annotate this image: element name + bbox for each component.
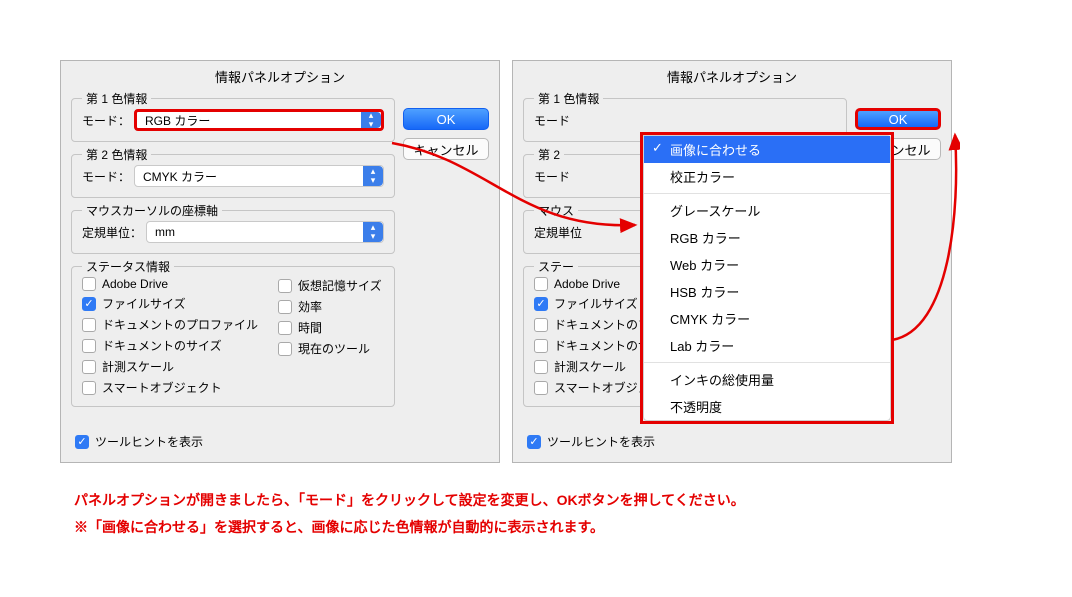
status-label: 現在のツール (298, 340, 370, 357)
group-first-color: 第 1 色情報 モード： RGB カラー (71, 98, 395, 142)
status-checkbox-row[interactable]: Adobe Drive (82, 277, 258, 291)
mode-dropdown[interactable]: 画像に合わせる校正カラーグレースケールRGB カラーWeb カラーHSB カラー… (643, 135, 891, 421)
checkbox-icon (278, 300, 292, 314)
dialog-left: 情報パネルオプション 第 1 色情報 モード： RGB カラー 第 2 色情報 (60, 60, 500, 463)
status-col-left: Adobe Drive ファイルサイズドキュメントのプロファイルドキュメントのサイ… (82, 277, 258, 396)
dropdown-item[interactable]: グレースケール (644, 197, 890, 224)
mode2-label: モード： (82, 168, 130, 185)
group-ruler: マウスカーソルの座標軸 定規単位： mm (71, 210, 395, 254)
checkbox-icon (278, 279, 292, 293)
tooltips-label: ツールヒントを表示 (547, 433, 655, 450)
group2-legend: 第 2 (534, 146, 564, 163)
ruler-select[interactable]: mm (146, 221, 384, 243)
status-checkbox-row[interactable]: 仮想記憶サイズ (278, 277, 382, 294)
mode-label: モード (534, 112, 570, 129)
dropdown-item[interactable]: HSB カラー (644, 278, 890, 305)
checkbox-icon (75, 435, 89, 449)
mode-select-value: RGB カラー (145, 112, 210, 129)
checkbox-icon (534, 318, 548, 332)
status-label: 時間 (298, 319, 322, 336)
dialog-title: 情報パネルオプション (61, 61, 499, 92)
tooltips-checkbox-row[interactable]: ツールヒントを表示 (527, 433, 937, 450)
dropdown-item[interactable]: Lab カラー (644, 332, 890, 359)
status-checkbox-row[interactable]: スマートオブジェクト (82, 379, 258, 396)
status-label: 仮想記憶サイズ (298, 277, 382, 294)
checkbox-icon (278, 321, 292, 335)
dropdown-separator (644, 193, 890, 194)
checkbox-icon (534, 339, 548, 353)
checkbox-icon (278, 342, 292, 356)
dropdown-item[interactable]: Web カラー (644, 251, 890, 278)
checkbox-icon (82, 318, 96, 332)
status-label: ファイルサイズ (102, 295, 186, 312)
status-label: 効率 (298, 298, 322, 315)
dropdown-item[interactable]: CMYK カラー (644, 305, 890, 332)
status-checkbox-row[interactable]: ファイルサイズ (82, 295, 258, 312)
ruler-value: mm (155, 225, 175, 239)
group-second-color: 第 2 色情報 モード： CMYK カラー (71, 154, 395, 198)
status-label: 計測スケール (102, 358, 174, 375)
dropdown-item[interactable]: 画像に合わせる (644, 136, 890, 163)
checkbox-icon (82, 339, 96, 353)
checkbox-icon (534, 360, 548, 374)
status-label: Adobe Drive (102, 277, 168, 291)
dropdown-item[interactable]: 校正カラー (644, 163, 890, 190)
status-checkbox-row[interactable]: 時間 (278, 319, 382, 336)
instruction-line1: パネルオプションが開きましたら、「モード」をクリックして設定を変更し、OKボタン… (74, 487, 998, 514)
updown-icon (363, 166, 383, 186)
mode-dropdown-highlight: 画像に合わせる校正カラーグレースケールRGB カラーWeb カラーHSB カラー… (640, 132, 894, 424)
tooltips-label: ツールヒントを表示 (95, 433, 203, 450)
ruler-legend: マウス (534, 202, 578, 219)
updown-icon (361, 112, 381, 128)
status-checkbox-row[interactable]: ドキュメントのサイズ (82, 337, 258, 354)
group1-legend: 第 1 色情報 (82, 90, 151, 107)
dropdown-item[interactable]: RGB カラー (644, 224, 890, 251)
checkbox-icon (527, 435, 541, 449)
instruction-line2: ※「画像に合わせる」を選択すると、画像に応じた色情報が自動的に表示されます。 (74, 514, 998, 541)
dropdown-separator (644, 362, 890, 363)
status-legend: ステー (534, 258, 578, 275)
checkbox-icon (82, 277, 96, 291)
checkbox-icon (534, 277, 548, 291)
status-label: ドキュメントのサイズ (102, 337, 222, 354)
checkbox-icon (82, 297, 96, 311)
checkbox-icon (82, 360, 96, 374)
status-checkbox-row[interactable]: ドキュメントのプロファイル (82, 316, 258, 333)
checkbox-icon (82, 381, 96, 395)
ruler-label: 定規単位 (534, 224, 582, 241)
status-checkbox-row[interactable]: 計測スケール (82, 358, 258, 375)
status-col-right: 仮想記憶サイズ効率時間現在のツール (278, 277, 382, 396)
group2-legend: 第 2 色情報 (82, 146, 151, 163)
dialog-title: 情報パネルオプション (513, 61, 951, 92)
mode2-value: CMYK カラー (143, 168, 217, 185)
status-label: スマートオブジェクト (102, 379, 222, 396)
ruler-legend: マウスカーソルの座標軸 (82, 202, 222, 219)
status-label: 計測スケール (554, 358, 626, 375)
mode2-label: モード (534, 168, 570, 185)
cancel-button[interactable]: キャンセル (403, 138, 489, 160)
status-label: ドキュメントのプロファイル (102, 316, 258, 333)
group1-legend: 第 1 色情報 (534, 90, 603, 107)
tooltips-checkbox-row[interactable]: ツールヒントを表示 (75, 433, 485, 450)
status-legend: ステータス情報 (82, 258, 174, 275)
mode-label: モード： (82, 112, 130, 129)
mode-select-second[interactable]: CMYK カラー (134, 165, 384, 187)
ruler-label: 定規単位： (82, 224, 142, 241)
status-checkbox-row[interactable]: 現在のツール (278, 340, 382, 357)
status-label: Adobe Drive (554, 277, 620, 291)
updown-icon (363, 222, 383, 242)
checkbox-icon (534, 297, 548, 311)
status-checkbox-row[interactable]: 効率 (278, 298, 382, 315)
checkbox-icon (534, 381, 548, 395)
dropdown-item[interactable]: インキの総使用量 (644, 366, 890, 393)
ok-button[interactable]: OK (855, 108, 941, 130)
status-label: ファイルサイズ (554, 295, 638, 312)
ok-button[interactable]: OK (403, 108, 489, 130)
group-status: ステータス情報 Adobe Driveファイルサイズドキュメントのプロファイルド… (71, 266, 395, 407)
instruction-text: パネルオプションが開きましたら、「モード」をクリックして設定を変更し、OKボタン… (0, 473, 1072, 554)
dropdown-item[interactable]: 不透明度 (644, 393, 890, 420)
mode-select-first[interactable]: RGB カラー (134, 109, 384, 131)
